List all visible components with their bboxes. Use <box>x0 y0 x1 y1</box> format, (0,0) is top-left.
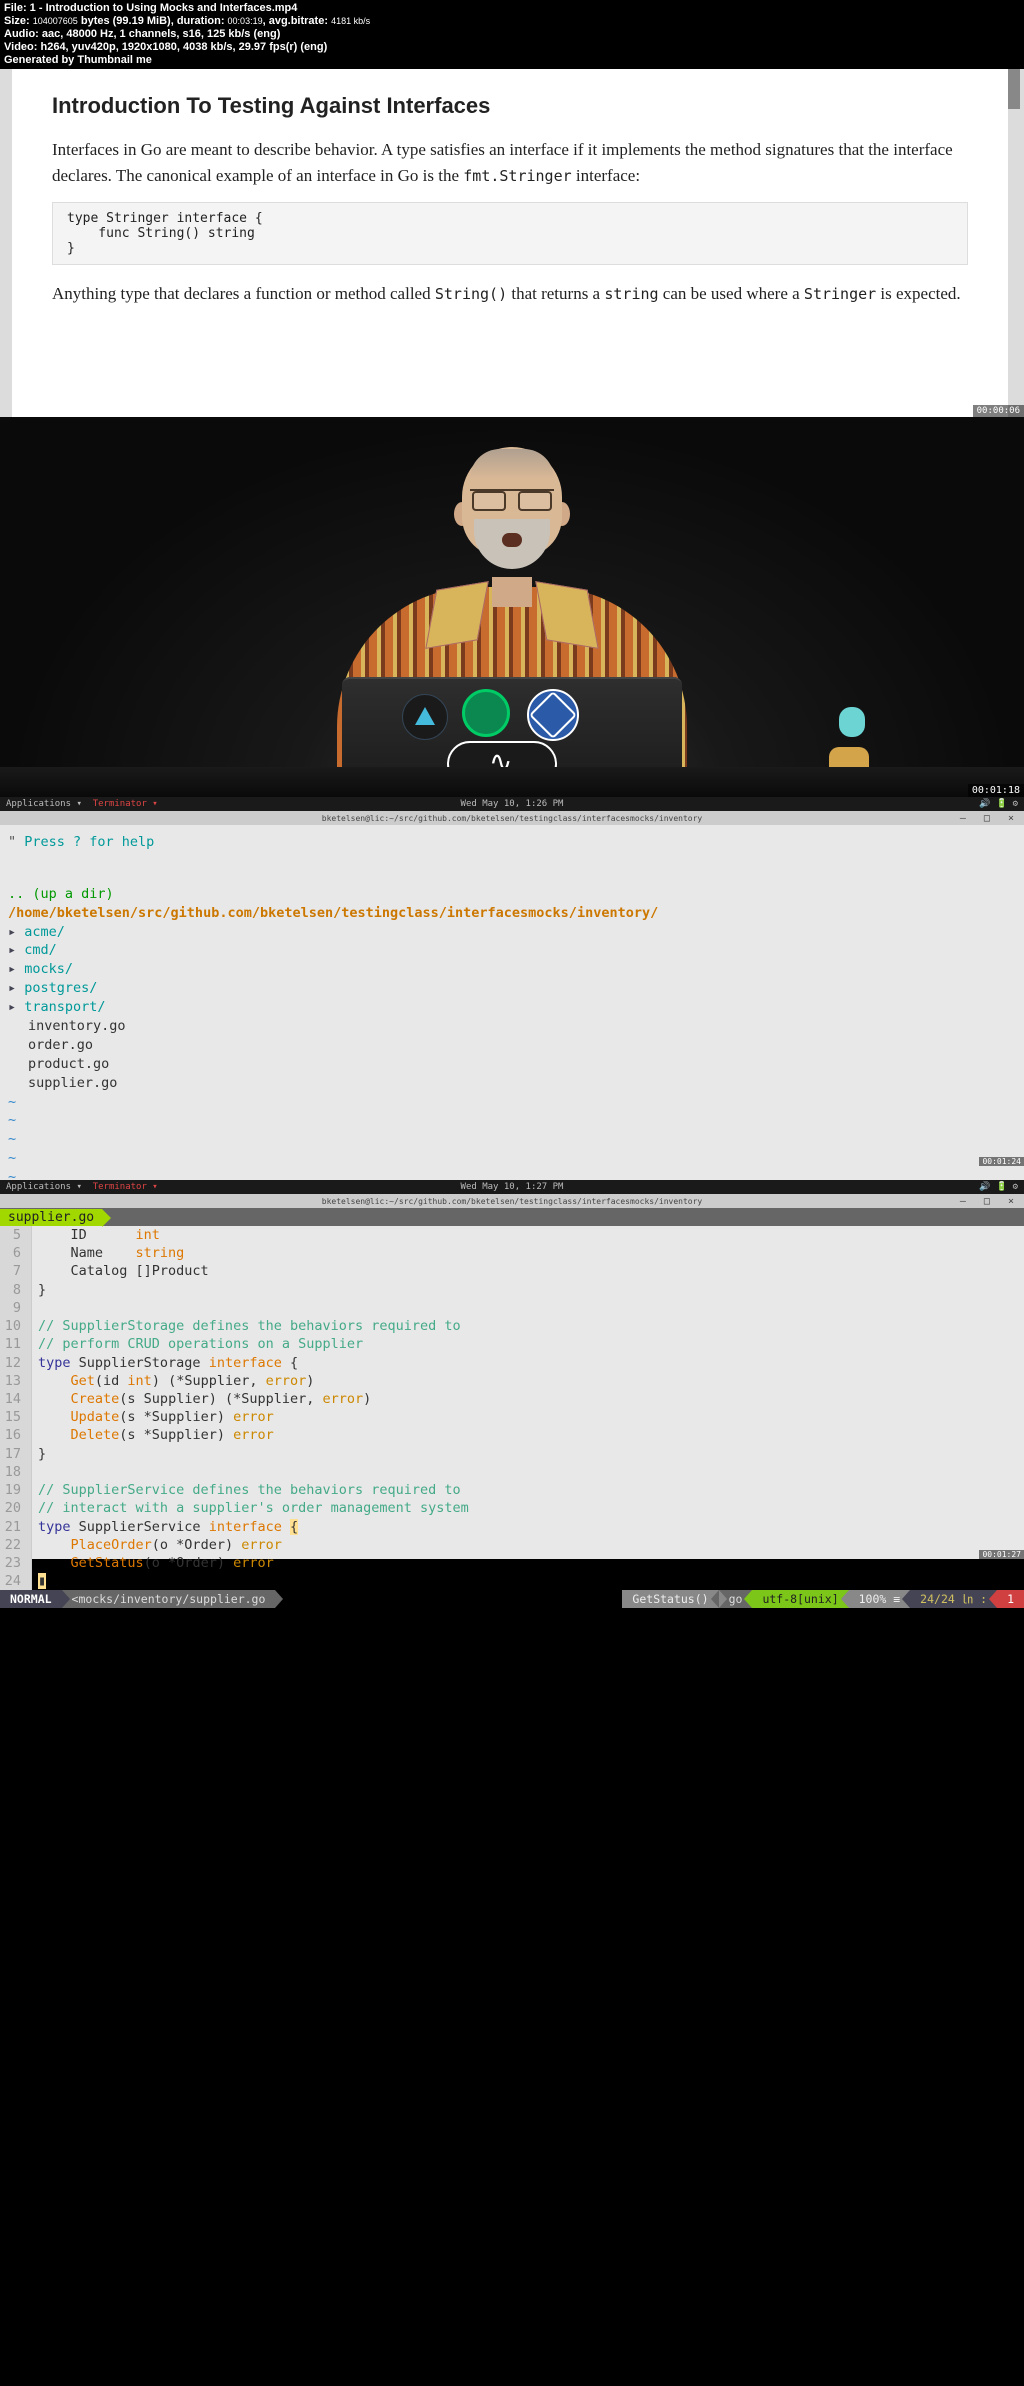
clock: Wed May 10, 1:26 PM <box>461 799 564 809</box>
code-line[interactable]: 9 <box>0 1299 1024 1317</box>
code-line[interactable]: 22 PlaceOrder(o *Order) error <box>0 1536 1024 1554</box>
code-block-stringer: type Stringer interface { func String() … <box>52 202 968 265</box>
dir-item[interactable]: ▸ cmd/ <box>8 941 1016 960</box>
gnome-topbar[interactable]: Applications ▾ Terminator ▾ Wed May 10, … <box>0 797 1024 811</box>
video-label: Video: <box>4 41 40 53</box>
current-path: /home/bketelsen/src/github.com/bketelsen… <box>8 904 1016 923</box>
code-line[interactable]: 6 Name string <box>0 1244 1024 1262</box>
slide-title: Introduction To Testing Against Interfac… <box>52 93 968 119</box>
code-line[interactable]: 24▮ <box>0 1572 1024 1590</box>
code-line[interactable]: 14 Create(s Supplier) (*Supplier, error) <box>0 1390 1024 1408</box>
window-controls[interactable]: ‒ □ × <box>960 813 1020 824</box>
slide-para-1: Interfaces in Go are meant to describe b… <box>52 137 968 188</box>
code-line[interactable]: 7 Catalog []Product <box>0 1262 1024 1280</box>
video-frame: 00:01:18 <box>0 417 1024 797</box>
help-text: Press ? for help <box>24 834 154 850</box>
filename-badge: supplier.go <box>0 1209 102 1226</box>
terminal-titlebar: bketelsen@lic:~/src/github.com/bketelsen… <box>0 811 1024 825</box>
kubernetes-sticker-icon <box>527 689 579 741</box>
code-line[interactable]: 11// perform CRUD operations on a Suppli… <box>0 1335 1024 1353</box>
dir-item[interactable]: ▸ transport/ <box>8 998 1016 1017</box>
media-info-header: File: 1 - Introduction to Using Mocks an… <box>0 0 1024 69</box>
slide-frame: Introduction To Testing Against Interfac… <box>0 69 1024 417</box>
code-line[interactable]: 8} <box>0 1281 1024 1299</box>
terminator-menu[interactable]: Terminator ▾ <box>93 799 158 809</box>
mode-normal: NORMAL <box>0 1590 62 1608</box>
code-line[interactable]: 16 Delete(s *Supplier) error <box>0 1426 1024 1444</box>
up-dir[interactable]: .. (up a dir) <box>8 885 1016 904</box>
caddy-sticker-icon <box>462 689 510 737</box>
gnome-topbar-2[interactable]: Applications ▾ Terminator ▾ Wed May 10, … <box>0 1180 1024 1194</box>
file-item[interactable]: order.go <box>28 1036 1016 1055</box>
code-line[interactable]: 20// interact with a supplier's order ma… <box>0 1499 1024 1517</box>
statusline: NORMAL <mocks/inventory/supplier.go GetS… <box>0 1590 1024 1608</box>
status-func: GetStatus() <box>622 1590 718 1608</box>
status-pct: 100% ≡ <box>849 1590 911 1608</box>
file-item[interactable]: supplier.go <box>28 1074 1016 1093</box>
status-pos: 24/24 ㏑ : <box>910 1590 997 1608</box>
timestamp-1: 00:00:06 <box>973 405 1024 417</box>
tray-icons[interactable]: 🔊 🔋 ⚙ <box>979 799 1018 809</box>
status-enc: utf-8[unix] <box>752 1590 848 1608</box>
size-label: Size: <box>4 15 33 27</box>
timestamp-2: 00:01:18 <box>968 784 1024 797</box>
code-line[interactable]: 18 <box>0 1463 1024 1481</box>
code-line[interactable]: 13 Get(id int) (*Supplier, error) <box>0 1372 1024 1390</box>
scrollbar[interactable] <box>1008 69 1024 417</box>
timestamp-3: 00:01:24 <box>979 1157 1024 1166</box>
file-item[interactable]: product.go <box>28 1055 1016 1074</box>
code-editor[interactable]: 5 ID int6 Name string7 Catalog []Product… <box>0 1226 1024 1590</box>
code-line[interactable]: 10// SupplierStorage defines the behavio… <box>0 1317 1024 1335</box>
file-name: 1 - Introduction to Using Mocks and Inte… <box>30 2 298 14</box>
arch-sticker-icon <box>402 694 448 740</box>
code-line[interactable]: 15 Update(s *Supplier) error <box>0 1408 1024 1426</box>
dir-item[interactable]: ▸ postgres/ <box>8 979 1016 998</box>
terminal-editor: Applications ▾ Terminator ▾ Wed May 10, … <box>0 1180 1024 1559</box>
terminal-titlebar-2: bketelsen@lic:~/src/github.com/bketelsen… <box>0 1194 1024 1208</box>
code-line[interactable]: 21type SupplierService interface { <box>0 1518 1024 1536</box>
slide-para-2: Anything type that declares a function o… <box>52 281 968 307</box>
dir-item[interactable]: ▸ mocks/ <box>8 960 1016 979</box>
status-path: <mocks/inventory/supplier.go <box>62 1590 276 1608</box>
status-num: 1 <box>997 1590 1024 1608</box>
code-line[interactable]: 5 ID int <box>0 1226 1024 1244</box>
file-label: File: <box>4 2 30 14</box>
code-line[interactable]: 23 GetStatus(o *Order) error <box>0 1554 1024 1572</box>
terminal-nerdtree: Applications ▾ Terminator ▾ Wed May 10, … <box>0 797 1024 1180</box>
file-item[interactable]: inventory.go <box>28 1017 1016 1036</box>
generated-by: Generated by Thumbnail me <box>4 54 1020 66</box>
timestamp-4: 00:01:27 <box>979 1550 1024 1559</box>
dir-item[interactable]: ▸ acme/ <box>8 923 1016 942</box>
audio-label: Audio: <box>4 28 42 40</box>
code-line[interactable]: 19// SupplierService defines the behavio… <box>0 1481 1024 1499</box>
code-line[interactable]: 12type SupplierStorage interface { <box>0 1354 1024 1372</box>
code-line[interactable]: 17} <box>0 1445 1024 1463</box>
